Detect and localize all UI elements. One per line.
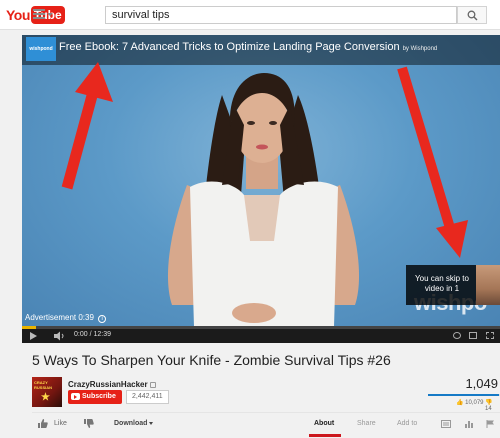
size-icon[interactable] — [469, 332, 477, 339]
channel-name-text: CrazyRussianHacker — [68, 380, 148, 389]
player-controls: 0:00 / 12:39 — [22, 329, 500, 343]
chevron-down-icon — [149, 421, 154, 425]
ad-title-bar[interactable]: wishpond Free Ebook: 7 Advanced Tricks t… — [22, 35, 500, 65]
settings-icon[interactable] — [453, 332, 461, 339]
like-ratio-bar — [428, 394, 500, 396]
thumb-up-small-icon: 👍 — [456, 400, 464, 406]
verified-icon — [149, 381, 156, 388]
ad-title[interactable]: Free Ebook: 7 Advanced Tricks to Optimiz… — [59, 41, 437, 53]
search-icon — [467, 10, 478, 21]
advertisement-label: Advertisement 0:39 i — [25, 313, 107, 323]
divider — [32, 412, 500, 413]
avatar-text: CRAZY RUSSIAN — [34, 380, 53, 390]
view-count: 1,049 — [465, 376, 498, 391]
tab-add-to[interactable]: Add to — [397, 420, 417, 427]
play-icon[interactable] — [30, 332, 37, 340]
time-display: 0:00 / 12:39 — [74, 331, 111, 338]
volume-icon[interactable] — [53, 331, 65, 341]
more-icon[interactable] — [441, 420, 451, 428]
subscriber-count: 2,442,411 — [126, 390, 169, 404]
advertiser-logo[interactable]: wishpond — [26, 37, 56, 61]
ad-title-text: Free Ebook: 7 Advanced Tricks to Optimiz… — [59, 41, 400, 53]
subscribe-button[interactable]: Subscribe — [68, 390, 122, 404]
info-icon[interactable]: i — [98, 315, 107, 323]
skip-ad-countdown: You can skip to video in 1 — [406, 265, 500, 305]
skip-ad-text: You can skip to video in 1 — [415, 274, 469, 293]
search-button[interactable] — [457, 6, 487, 24]
fullscreen-icon[interactable] — [486, 332, 494, 339]
like-ratio-fill — [428, 394, 499, 396]
guide-menu-icon[interactable] — [33, 9, 53, 20]
youtube-play-icon — [71, 393, 80, 400]
like-count-text: 10,079 — [465, 400, 484, 406]
video-player[interactable]: wishpond Free Ebook: 7 Advanced Tricks t… — [22, 35, 500, 343]
channel-avatar[interactable]: CRAZY RUSSIAN ★ — [32, 377, 62, 407]
flag-icon[interactable] — [486, 420, 495, 428]
ad-advertiser: by Wishpond — [402, 46, 438, 52]
active-tab-indicator — [309, 434, 341, 437]
video-title: 5 Ways To Sharpen Your Knife - Zombie Su… — [32, 352, 391, 368]
like-button[interactable]: Like — [54, 420, 67, 427]
channel-name[interactable]: CrazyRussianHacker — [68, 380, 156, 389]
download-label: Download — [114, 420, 148, 427]
download-button[interactable]: Download — [114, 420, 154, 427]
dislike-icon[interactable] — [84, 419, 94, 428]
like-count: 👍 10,079 — [456, 399, 484, 406]
logo-you: You — [6, 6, 30, 23]
tab-about[interactable]: About — [314, 420, 334, 427]
video-preview-thumbnail — [476, 265, 500, 305]
like-icon[interactable] — [38, 419, 48, 428]
search-input[interactable]: survival tips — [105, 6, 457, 24]
stats-icon[interactable] — [464, 420, 474, 428]
star-icon: ★ — [41, 392, 50, 403]
tab-share[interactable]: Share — [357, 420, 376, 427]
advertisement-countdown: Advertisement 0:39 — [25, 313, 94, 322]
dislike-count: 👎 14 — [485, 399, 500, 412]
youtube-watch-page: You Tube survival tips wishpond Free Ebo… — [0, 0, 500, 438]
subscribe-label: Subscribe — [82, 393, 116, 400]
masthead: You Tube survival tips — [0, 0, 500, 30]
